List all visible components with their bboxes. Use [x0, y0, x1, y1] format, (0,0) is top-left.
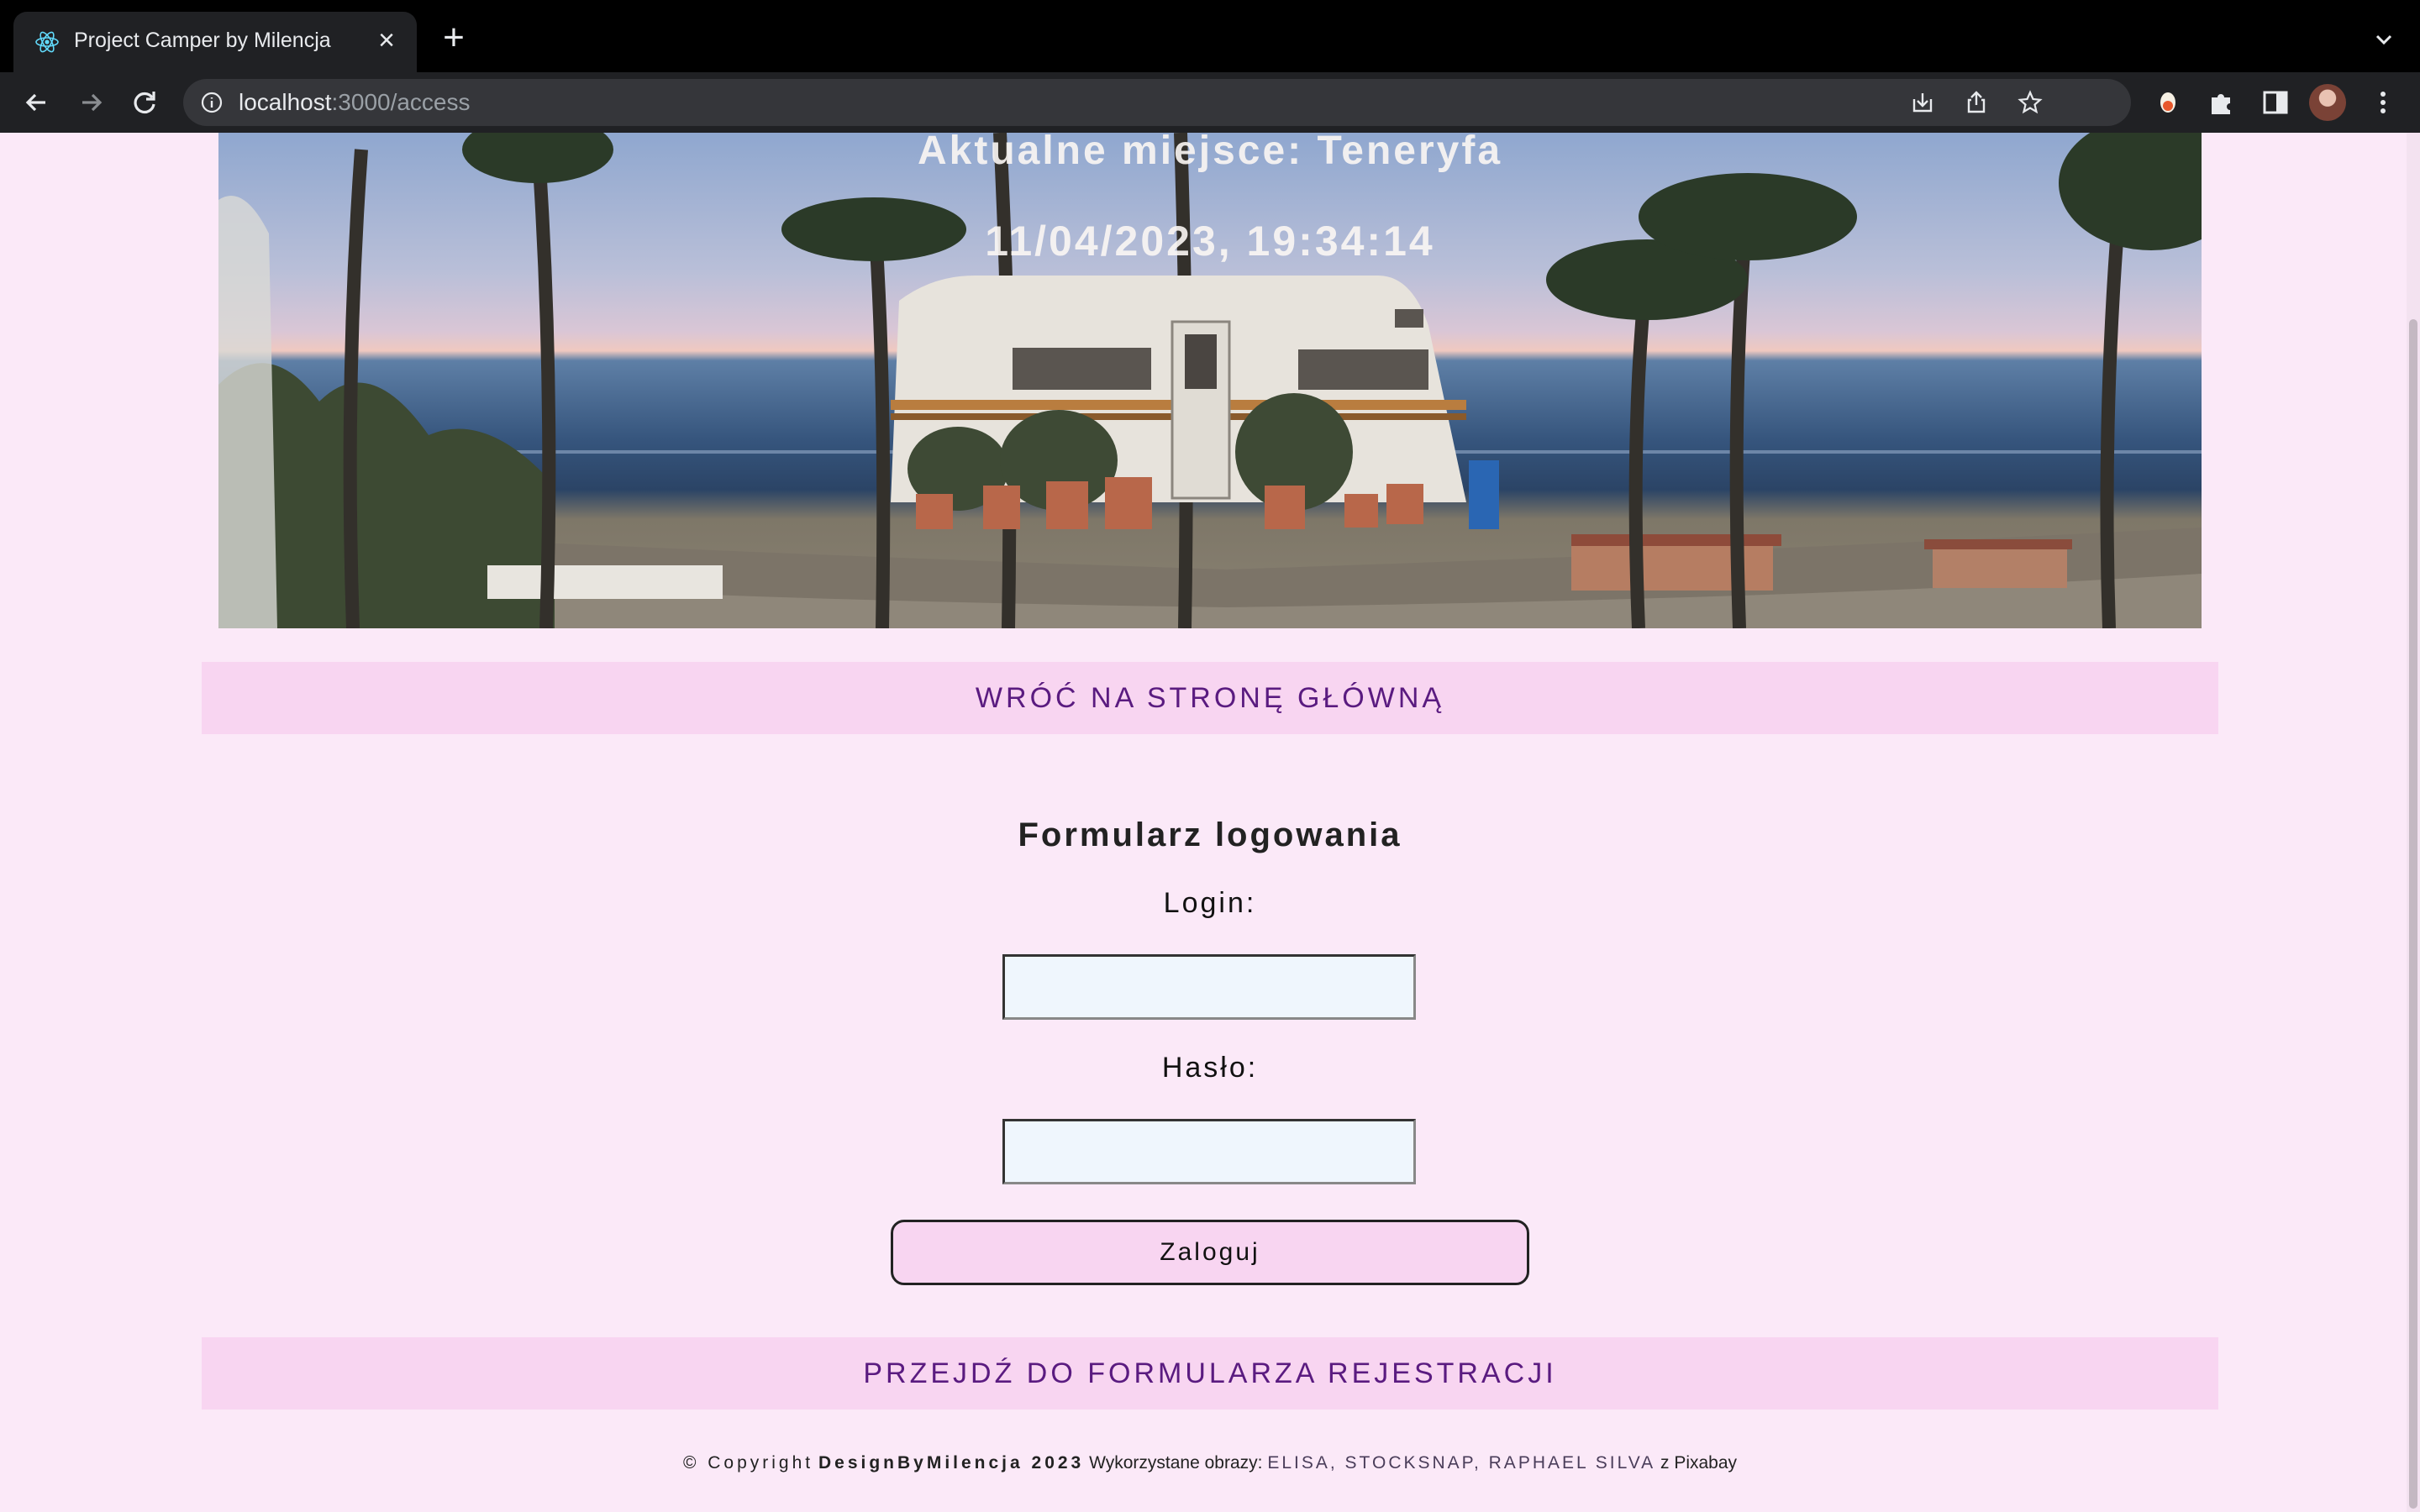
- brand-name: DesignByMilencja 2023: [818, 1453, 1085, 1473]
- copyright-text: © Copyright: [682, 1453, 814, 1473]
- back-icon[interactable]: [18, 84, 55, 121]
- go-to-registration-link[interactable]: PRZEJDŹ DO FORMULARZA REJESTRACJI: [202, 1337, 2218, 1410]
- react-icon: [35, 31, 59, 53]
- image-authors: ELISA, STOCKSNAP, RAPHAEL SILVA: [1267, 1453, 1656, 1473]
- tab-title: Project Camper by Milencja: [74, 29, 331, 52]
- scrollbar-thumb[interactable]: [2409, 319, 2417, 1509]
- image-source: z Pixabay: [1660, 1453, 1738, 1473]
- menu-icon[interactable]: [2368, 87, 2398, 118]
- chevron-down-icon[interactable]: [2371, 27, 2396, 52]
- current-datetime: 11/04/2023, 19:34:14: [985, 218, 1435, 265]
- images-label: Wykorzystane obrazy:: [1089, 1453, 1263, 1473]
- login-input[interactable]: [1002, 954, 1416, 1020]
- form-title: Formularz logowania: [1018, 816, 1402, 853]
- browser-tab[interactable]: Project Camper by Milencja ×: [13, 12, 417, 72]
- login-button[interactable]: Zaloguj: [891, 1220, 1529, 1285]
- current-place: Aktualne miejsce: Teneryfa: [917, 133, 1503, 173]
- footer: © Copyright DesignByMilencja 2023 Wykorz…: [0, 1453, 2420, 1473]
- share-icon[interactable]: [1963, 89, 1990, 116]
- password-label: Hasło:: [1161, 1052, 1259, 1084]
- scrollbar[interactable]: [2407, 133, 2420, 1512]
- url-path: :3000/access: [331, 89, 471, 115]
- camper-beach-image: [218, 133, 2202, 628]
- browser-toolbar: localhost:3000/access: [0, 72, 2420, 133]
- back-to-home-link[interactable]: WRÓĆ NA STRONĘ GŁÓWNĄ: [202, 662, 2218, 734]
- new-tab-icon[interactable]: +: [437, 19, 471, 56]
- tab-strip: Project Camper by Milencja × +: [0, 0, 2420, 72]
- download-icon[interactable]: [1909, 89, 1936, 116]
- info-icon[interactable]: [200, 91, 224, 114]
- reload-icon[interactable]: [126, 84, 163, 121]
- hero-banner: Aktualne miejsce: Teneryfa 11/04/2023, 1…: [218, 133, 2202, 628]
- avatar[interactable]: [2309, 84, 2346, 121]
- forward-icon[interactable]: [72, 84, 109, 121]
- login-label: Login:: [1163, 887, 1257, 919]
- password-input[interactable]: [1002, 1119, 1416, 1184]
- address-bar[interactable]: localhost:3000/access: [183, 79, 2131, 126]
- url-host: localhost: [239, 89, 332, 115]
- puzzle-icon[interactable]: [2207, 87, 2237, 118]
- sidebar-icon[interactable]: [2260, 87, 2291, 118]
- url-text[interactable]: localhost:3000/access: [239, 89, 471, 116]
- page: Aktualne miejsce: Teneryfa 11/04/2023, 1…: [0, 133, 2407, 1512]
- extension-icon[interactable]: [2153, 87, 2183, 118]
- close-icon[interactable]: ×: [371, 25, 402, 55]
- star-icon[interactable]: [2017, 89, 2044, 116]
